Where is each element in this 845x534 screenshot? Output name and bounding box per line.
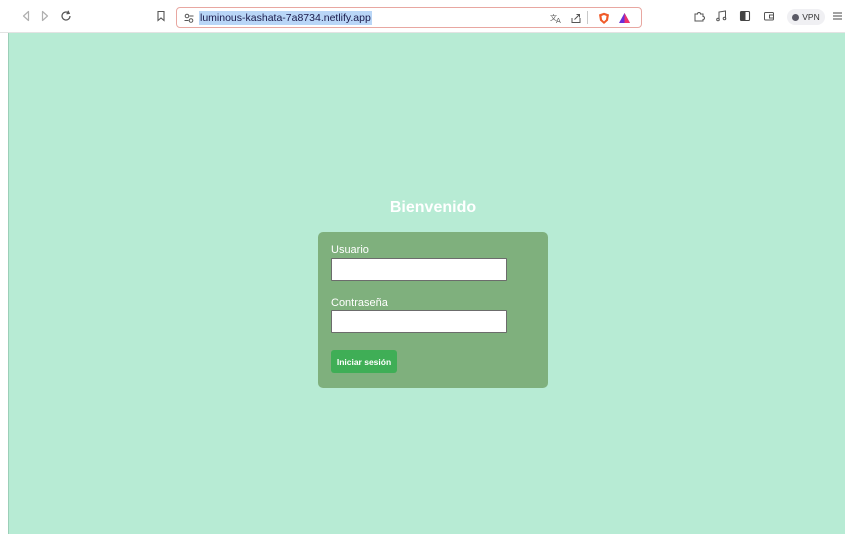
reload-icon[interactable]	[59, 9, 73, 23]
login-button[interactable]: Iniciar sesión	[331, 350, 397, 373]
password-input[interactable]	[331, 310, 507, 333]
login-form: Usuario Contraseña Iniciar sesión	[318, 232, 548, 388]
url-text[interactable]: luminous-kashata-7a8734.netlify.app	[199, 11, 372, 25]
forward-icon[interactable]	[38, 9, 52, 23]
share-icon[interactable]	[569, 11, 583, 25]
vpn-label: VPN	[802, 12, 820, 22]
translate-icon[interactable]: 文A	[549, 11, 563, 25]
bookmark-icon[interactable]	[154, 9, 168, 23]
brave-shields-icon[interactable]	[597, 11, 611, 25]
browser-toolbar: luminous-kashata-7a8734.netlify.app 文A V…	[0, 0, 845, 33]
wallet-icon[interactable]	[762, 9, 776, 23]
sidebar-icon[interactable]	[738, 9, 752, 23]
url-divider	[587, 11, 588, 24]
page-title: Bienvenido	[389, 199, 477, 216]
extensions-icon[interactable]	[692, 9, 706, 23]
site-info-icon[interactable]	[182, 11, 196, 25]
username-input[interactable]	[331, 258, 507, 281]
address-bar[interactable]: luminous-kashata-7a8734.netlify.app 文A	[176, 7, 642, 28]
password-label: Contraseña	[331, 297, 388, 309]
brave-rewards-icon[interactable]	[617, 11, 631, 25]
vpn-icon	[792, 13, 800, 21]
username-label: Usuario	[331, 244, 369, 256]
menu-icon[interactable]	[830, 9, 844, 23]
svg-text:A: A	[556, 17, 561, 24]
vpn-button[interactable]: VPN	[787, 9, 825, 25]
back-icon[interactable]	[19, 9, 33, 23]
media-icon[interactable]	[714, 9, 728, 23]
